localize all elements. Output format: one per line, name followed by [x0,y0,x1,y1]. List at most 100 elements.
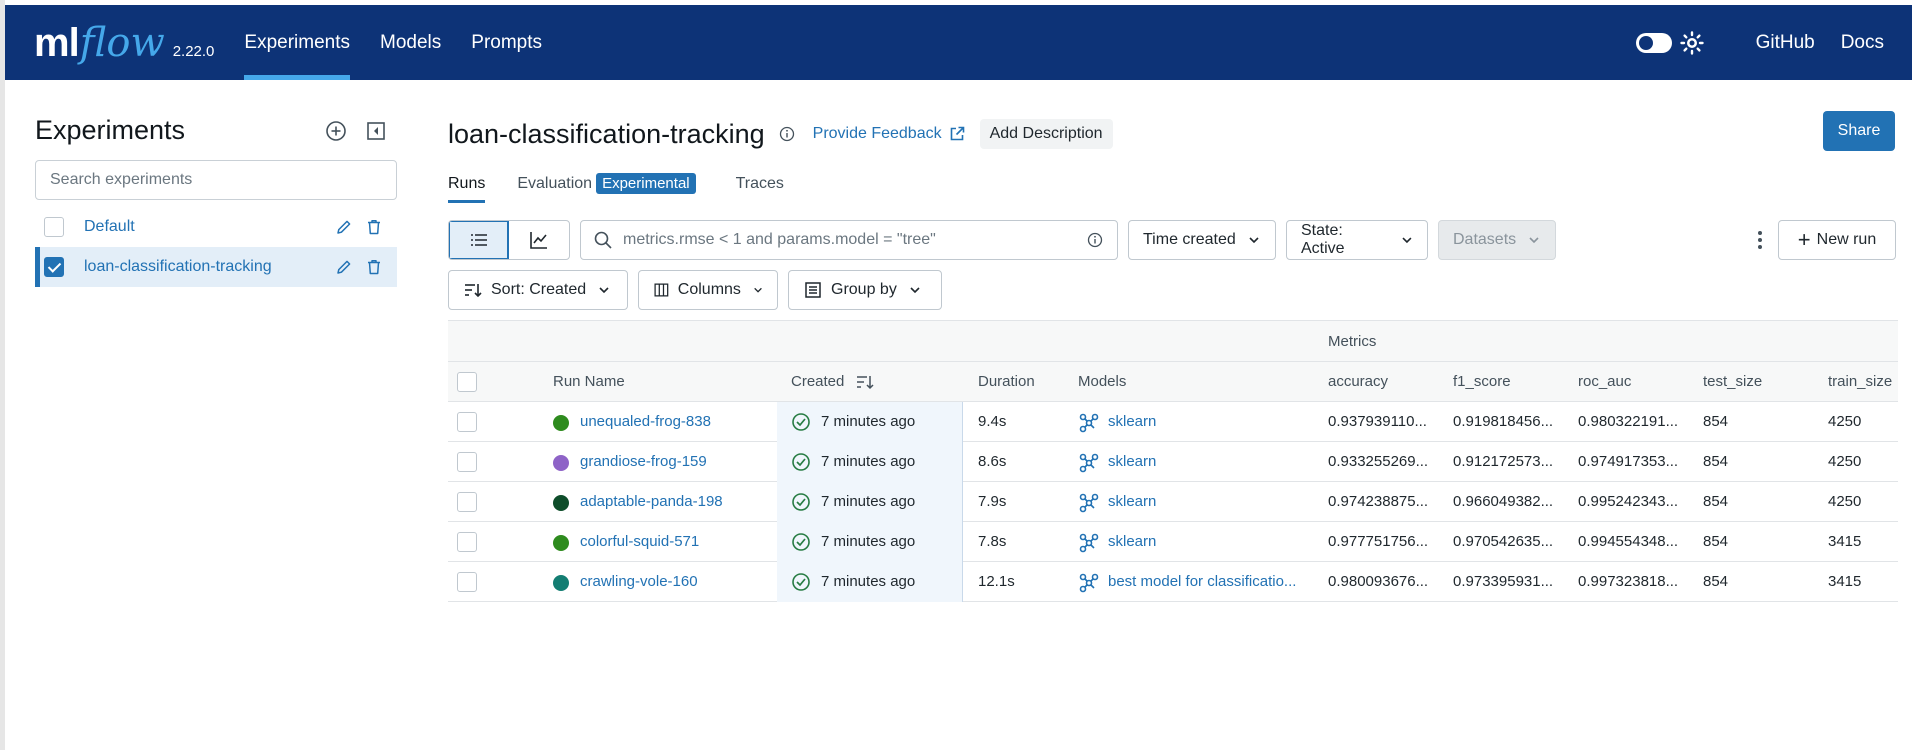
row-checkbox[interactable] [457,452,477,472]
run-color-dot[interactable] [553,535,569,551]
edit-icon[interactable] [335,218,353,236]
chevron-down-icon [599,287,609,294]
duration-value: 8.6s [978,453,1007,470]
model-link[interactable]: best model for classificatio... [1108,573,1296,590]
f1-score-value: 0.912172573... [1453,453,1554,470]
run-name-link[interactable]: unequaled-frog-838 [580,413,711,430]
table-view-button[interactable] [449,221,510,259]
row-checkbox[interactable] [457,572,477,592]
new-run-button[interactable]: + New run [1778,220,1896,260]
experiment-item-default[interactable]: Default [35,207,397,247]
runs-toolbar: metrics.rmse < 1 and params.model = "tre… [448,220,1898,260]
columns-dropdown[interactable]: Columns [638,270,778,310]
delete-icon[interactable] [365,218,383,236]
tab-runs[interactable]: Runs [448,175,486,203]
column-header-created[interactable]: Created [791,373,844,390]
more-options-icon[interactable] [1748,228,1772,252]
external-link-icon [950,126,964,141]
mlflow-logo[interactable]: ml flow 2.22.0 [34,20,214,66]
model-link[interactable]: sklearn [1108,413,1156,430]
state-dropdown[interactable]: State: Active [1286,220,1428,260]
experiment-name[interactable]: loan-classification-tracking [84,258,272,276]
roc-auc-value: 0.980322191... [1578,413,1679,430]
column-header-f1-score[interactable]: f1_score [1453,373,1511,390]
column-header-run-name[interactable]: Run Name [553,373,625,390]
tab-evaluation[interactable]: Evaluation [517,175,592,199]
model-link[interactable]: sklearn [1108,453,1156,470]
info-icon[interactable] [1087,232,1103,248]
check-circle-icon [792,493,810,511]
list-icon [470,234,487,246]
run-name-link[interactable]: crawling-vole-160 [580,573,698,590]
table-row[interactable]: adaptable-panda-198 7 minutes ago 7.9s s… [448,482,1898,522]
datasets-dropdown[interactable]: Datasets [1438,220,1556,260]
column-header-test-size[interactable]: test_size [1703,373,1762,390]
row-checkbox[interactable] [457,492,477,512]
column-header-accuracy[interactable]: accuracy [1328,373,1388,390]
run-color-dot[interactable] [553,575,569,591]
run-name-link[interactable]: colorful-squid-571 [580,533,699,550]
table-row[interactable]: unequaled-frog-838 7 minutes ago 9.4s sk… [448,402,1898,442]
experiment-name[interactable]: Default [84,218,135,236]
theme-toggle[interactable] [1635,32,1672,53]
row-checkbox[interactable] [457,532,477,552]
docs-link[interactable]: Docs [1841,32,1884,54]
time-created-label: Time created [1143,231,1236,248]
table-header: Run Name Created Duration Models accurac… [448,362,1898,402]
row-checkbox[interactable] [457,412,477,432]
chart-view-button[interactable] [509,221,569,259]
nav-prompts[interactable]: Prompts [471,5,542,80]
run-color-dot[interactable] [553,415,569,431]
created-value: 7 minutes ago [821,573,916,590]
column-header-duration[interactable]: Duration [978,373,1035,390]
info-icon[interactable] [779,126,795,142]
table-row[interactable]: colorful-squid-571 7 minutes ago 7.8s sk… [448,522,1898,562]
check-circle-icon [792,573,810,591]
delete-icon[interactable] [365,258,383,276]
runs-filter-input[interactable]: metrics.rmse < 1 and params.model = "tre… [580,220,1118,260]
f1-score-value: 0.966049382... [1453,493,1554,510]
metrics-group-label: Metrics [1328,333,1377,350]
nav-experiments[interactable]: Experiments [244,5,350,80]
table-row[interactable]: grandiose-frog-159 7 minutes ago 8.6s sk… [448,442,1898,482]
model-icon [1079,453,1099,473]
experiment-item-loan-classification-tracking[interactable]: loan-classification-tracking [35,247,397,287]
group-by-dropdown[interactable]: Group by [788,270,942,310]
column-header-models[interactable]: Models [1078,373,1126,390]
run-color-dot[interactable] [553,455,569,471]
sort-dropdown[interactable]: Sort: Created [448,270,628,310]
github-link[interactable]: GitHub [1756,32,1815,54]
column-header-train-size[interactable]: train_size [1828,373,1892,390]
experiment-checkbox[interactable] [44,257,64,277]
search-experiments-input[interactable]: Search experiments [35,160,397,200]
run-name-link[interactable]: adaptable-panda-198 [580,493,723,510]
provide-feedback-link[interactable]: Provide Feedback [813,125,966,143]
sun-icon[interactable] [1679,30,1704,55]
nav-models[interactable]: Models [380,5,441,80]
collapse-sidebar-icon[interactable] [365,120,387,142]
created-value: 7 minutes ago [821,533,916,550]
roc-auc-value: 0.995242343... [1578,493,1679,510]
table-row[interactable]: crawling-vole-160 7 minutes ago 12.1s be… [448,562,1898,602]
sort-descending-icon[interactable] [855,372,875,392]
view-mode-toggle [448,220,570,260]
model-link[interactable]: sklearn [1108,533,1156,550]
add-experiment-icon[interactable] [325,120,347,142]
share-button[interactable]: Share [1823,111,1895,151]
time-created-dropdown[interactable]: Time created [1128,220,1276,260]
model-link[interactable]: sklearn [1108,493,1156,510]
filter-placeholder: metrics.rmse < 1 and params.model = "tre… [623,231,936,248]
duration-value: 9.4s [978,413,1007,430]
column-header-roc-auc[interactable]: roc_auc [1578,373,1631,390]
created-value: 7 minutes ago [821,493,916,510]
edit-icon[interactable] [335,258,353,276]
add-description-button[interactable]: Add Description [979,119,1113,149]
select-all-checkbox[interactable] [457,372,477,392]
experiment-checkbox[interactable] [44,217,64,237]
model-icon [1079,573,1099,593]
run-name-link[interactable]: grandiose-frog-159 [580,453,707,470]
run-color-dot[interactable] [553,495,569,511]
accuracy-value: 0.980093676... [1328,573,1429,590]
tab-traces[interactable]: Traces [736,175,784,199]
title-row: loan-classification-tracking Provide Fee… [448,115,1113,153]
